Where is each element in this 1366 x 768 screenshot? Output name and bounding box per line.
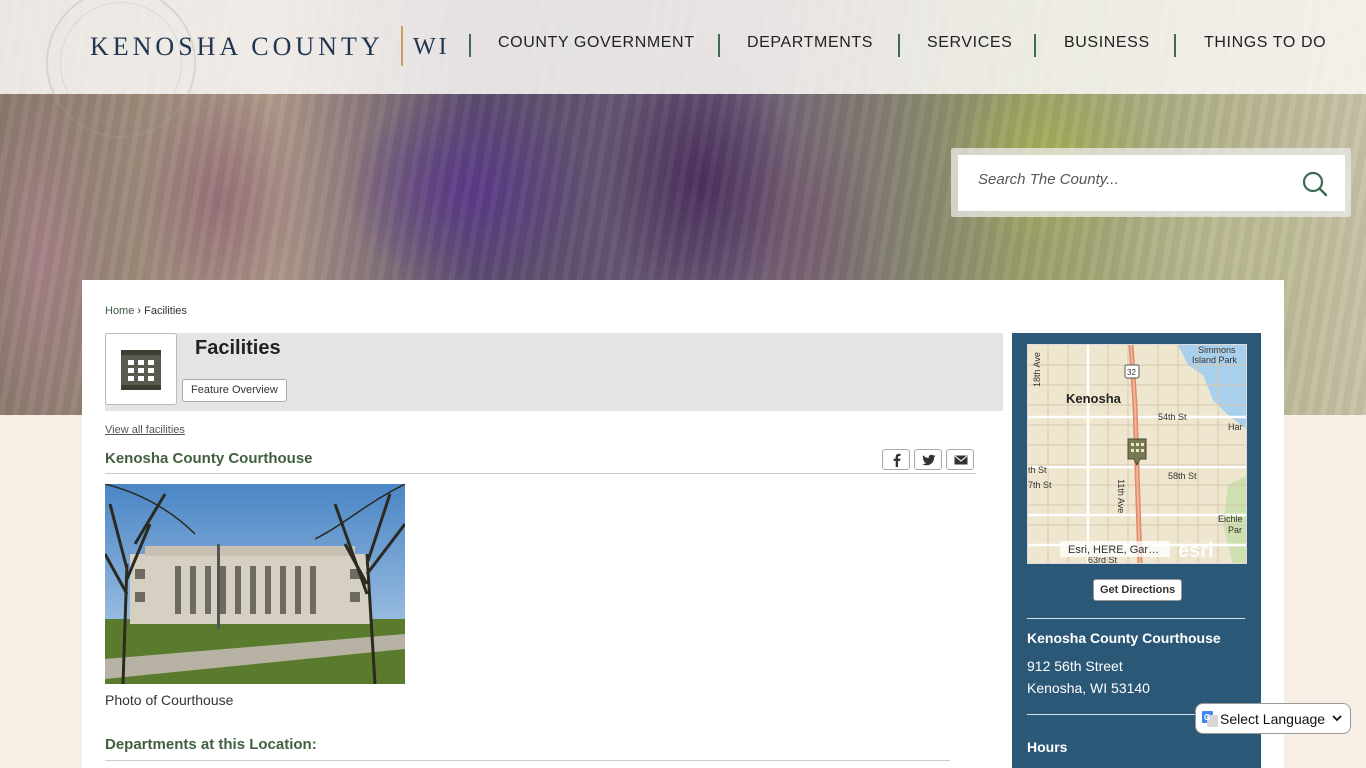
map-attribution: Esri, HERE, Gar…	[1068, 544, 1159, 556]
nav-separator	[1174, 34, 1176, 57]
main-content-panel: Home › Facilities Facilities Feature Ove…	[82, 280, 1284, 768]
nav-business[interactable]: BUSINESS	[1064, 34, 1150, 58]
esri-logo: esri	[1178, 540, 1214, 562]
map-image: 18th Ave Simmons Island Park 54th St Har…	[1028, 345, 1246, 563]
nav-separator	[1034, 34, 1036, 57]
sidebar-facility-name: Kenosha County Courthouse	[1027, 630, 1221, 646]
breadcrumb-current: Facilities	[144, 305, 187, 317]
module-title-bar: Facilities Feature Overview	[105, 333, 1003, 411]
sidebar-divider	[1027, 618, 1245, 619]
map-label: 58th St	[1168, 471, 1197, 481]
nav-separator	[718, 34, 720, 57]
courthouse-photo-image	[105, 484, 405, 684]
nav-things-to-do[interactable]: THINGS TO DO	[1204, 34, 1326, 58]
hours-heading: Hours	[1027, 739, 1068, 755]
logo-divider	[401, 26, 403, 66]
language-select-label: Select Language	[1220, 711, 1326, 727]
map-label: 32	[1127, 368, 1136, 377]
share-email-button[interactable]	[946, 449, 974, 470]
nav-separator	[898, 34, 900, 57]
language-select[interactable]: G Select Language	[1195, 703, 1351, 734]
map-label: Har	[1228, 422, 1243, 432]
page-title: Facilities	[195, 337, 281, 359]
map-label: 18th Ave	[1032, 352, 1042, 387]
get-directions-button[interactable]: Get Directions	[1093, 579, 1183, 601]
courthouse-photo	[105, 484, 405, 684]
map-label: Eichle	[1218, 514, 1243, 524]
highway-shield-icon: 32	[1124, 364, 1140, 379]
nav-separator	[469, 34, 471, 57]
map-label: Island Park	[1192, 355, 1238, 365]
chevron-down-icon	[1332, 715, 1342, 722]
departments-heading: Departments at this Location:	[105, 736, 317, 753]
site-logo-state[interactable]: WI	[413, 34, 450, 61]
svg-text:G: G	[1204, 713, 1210, 722]
breadcrumb: Home › Facilities	[105, 305, 187, 317]
breadcrumb-home[interactable]: Home	[105, 305, 134, 317]
facility-name-heading: Kenosha County Courthouse	[105, 450, 313, 467]
nav-departments[interactable]: DEPARTMENTS	[747, 34, 873, 58]
photo-caption: Photo of Courthouse	[105, 692, 234, 708]
view-all-facilities-link[interactable]: View all facilities	[105, 424, 185, 436]
site-header: KENOSHA COUNTY WI COUNTY GOVERNMENT DEPA…	[0, 0, 1366, 138]
map-label: 7th St	[1028, 480, 1052, 490]
location-map[interactable]: 18th Ave Simmons Island Park 54th St Har…	[1027, 344, 1247, 564]
map-label: Simmons	[1198, 345, 1236, 355]
search-icon[interactable]	[1302, 171, 1328, 197]
share-twitter-button[interactable]	[914, 449, 942, 470]
email-icon	[954, 455, 968, 465]
nav-county-government[interactable]: COUNTY GOVERNMENT	[498, 34, 695, 58]
facebook-icon	[893, 453, 901, 467]
section-divider	[105, 473, 976, 474]
search-box	[958, 155, 1345, 211]
map-label: th St	[1028, 465, 1047, 475]
google-translate-icon: G	[1202, 711, 1218, 727]
breadcrumb-separator: ›	[137, 305, 142, 317]
map-label: Par	[1228, 525, 1242, 535]
twitter-icon	[922, 454, 936, 466]
feature-overview-button[interactable]: Feature Overview	[182, 379, 287, 402]
address-line-2: Kenosha, WI 53140	[1027, 680, 1150, 696]
address-line-1: 912 56th Street	[1027, 658, 1123, 674]
share-facebook-button[interactable]	[882, 449, 910, 470]
building-icon	[121, 350, 161, 390]
map-label: 11th Ave	[1116, 479, 1126, 513]
nav-services[interactable]: SERVICES	[927, 34, 1012, 58]
facilities-icon-box	[105, 333, 177, 405]
search-input[interactable]	[978, 171, 1278, 188]
section-divider	[105, 760, 950, 761]
map-city-label: Kenosha	[1066, 391, 1122, 406]
site-logo-text[interactable]: KENOSHA COUNTY	[90, 32, 384, 62]
map-label: 54th St	[1158, 412, 1187, 422]
